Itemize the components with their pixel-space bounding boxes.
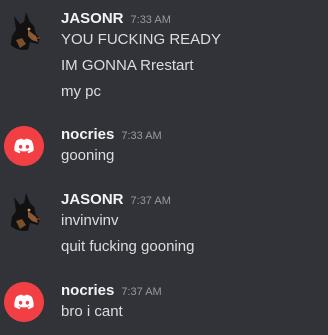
timestamp[interactable]: 7:33 AM: [121, 130, 161, 142]
message-group: JASONR 7:37 AM invinvinv quit fucking goo…: [0, 188, 328, 262]
username[interactable]: nocries: [61, 126, 114, 143]
message-text: bro i cant: [61, 303, 123, 320]
message-text: my pc: [61, 83, 102, 100]
discord-logo-avatar-icon[interactable]: [4, 282, 44, 322]
message-group: JASONR 7:33 AM YOU FUCKING READY IM GONNA…: [0, 7, 328, 107]
message-group: nocries 7:33 AM gooning: [0, 123, 328, 171]
message-text: gooning: [61, 147, 115, 164]
message-text: invinvinv: [61, 212, 119, 229]
timestamp[interactable]: 7:37 AM: [121, 286, 161, 298]
message-header: nocries 7:37 AM: [61, 279, 162, 301]
username[interactable]: JASONR: [61, 191, 124, 208]
doberman-avatar-icon[interactable]: [4, 191, 44, 231]
timestamp[interactable]: 7:37 AM: [131, 195, 171, 207]
username[interactable]: JASONR: [61, 10, 124, 27]
username[interactable]: nocries: [61, 282, 114, 299]
timestamp[interactable]: 7:33 AM: [131, 14, 171, 26]
discord-logo-avatar-icon[interactable]: [4, 126, 44, 166]
message-text: IM GONNA Rrestart: [61, 57, 194, 74]
message-text: quit fucking gooning: [61, 238, 195, 255]
message-header: JASONR 7:33 AM: [61, 7, 171, 29]
message-text: YOU FUCKING READY: [61, 31, 222, 48]
message-header: JASONR 7:37 AM: [61, 188, 171, 210]
message-header: nocries 7:33 AM: [61, 123, 162, 145]
message-group: nocries 7:37 AM bro i cant: [0, 279, 328, 327]
doberman-avatar-icon[interactable]: [4, 10, 44, 50]
